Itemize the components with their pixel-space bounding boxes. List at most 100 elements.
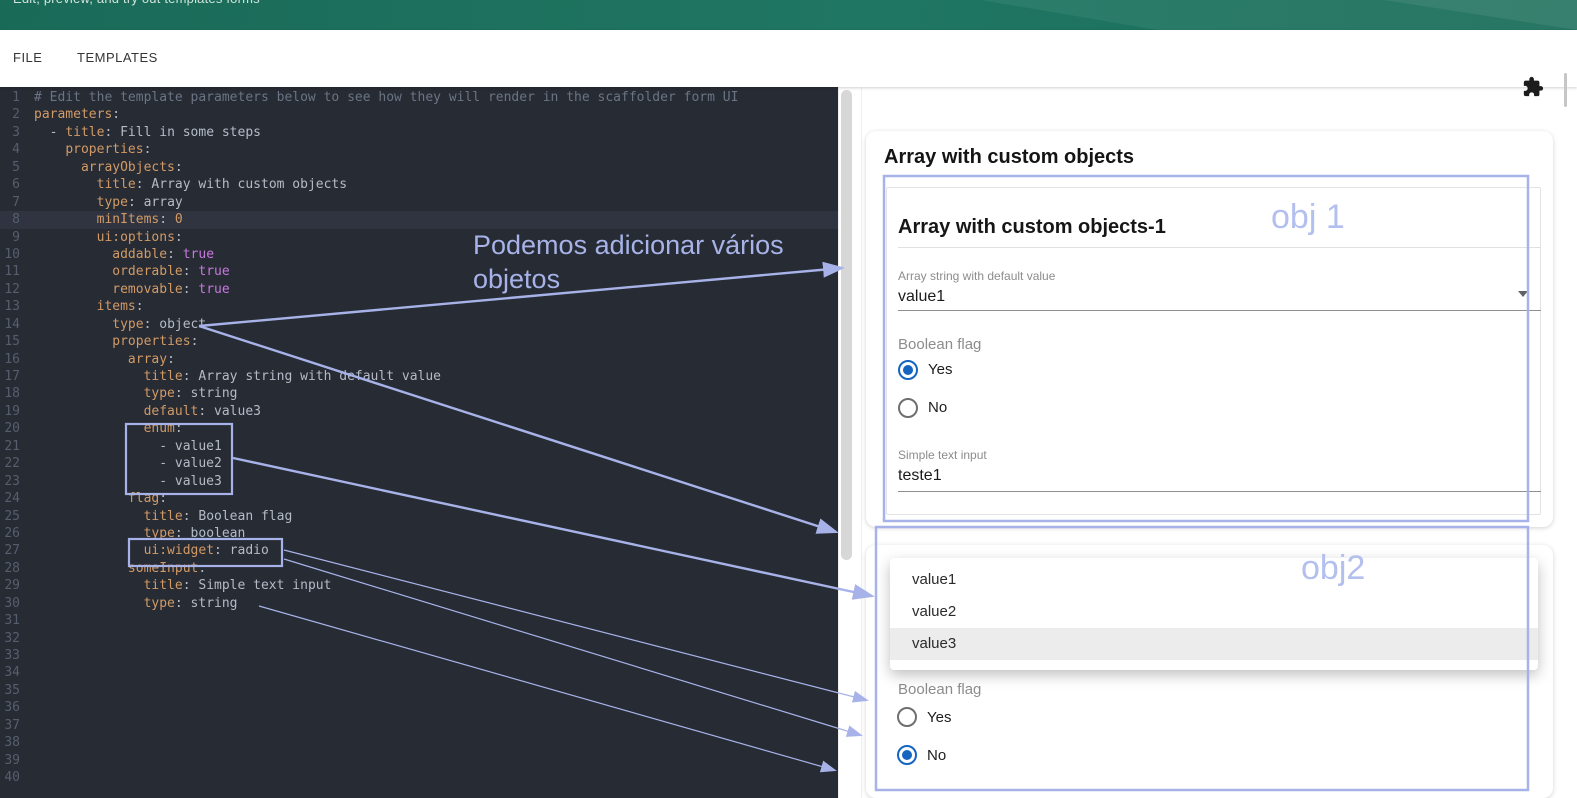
code-line[interactable]: 5 arrayObjects: xyxy=(0,159,838,176)
line-number: 29 xyxy=(4,578,20,594)
code-line[interactable]: 20 enum: xyxy=(0,420,838,437)
select-field-underline xyxy=(898,310,1541,311)
line-number: 15 xyxy=(4,334,20,350)
array-item-1-title: Array with custom objects-1 xyxy=(898,216,1166,238)
page-banner: Edit, preview, and try out templates for… xyxy=(0,0,1577,30)
app-root: Edit, preview, and try out templates for… xyxy=(0,0,1577,798)
radio-no-2-label[interactable]: No xyxy=(927,747,946,764)
puzzle-extension-icon[interactable] xyxy=(1522,76,1544,98)
line-number: 38 xyxy=(4,735,20,751)
code-line[interactable]: 32 xyxy=(0,630,838,647)
code-line[interactable]: 3 - title: Fill in some steps xyxy=(0,124,838,141)
code-line[interactable]: 36 xyxy=(0,699,838,716)
code-line[interactable]: 28 someInput: xyxy=(0,560,838,577)
code-line[interactable]: 29 title: Simple text input xyxy=(0,577,838,594)
code-line[interactable]: 11 orderable: true xyxy=(0,263,838,280)
code-line[interactable]: 35 xyxy=(0,682,838,699)
menu-templates[interactable]: TEMPLATES xyxy=(77,50,158,65)
text-field-value[interactable]: teste1 xyxy=(898,467,942,485)
code-line[interactable]: 24 flag: xyxy=(0,490,838,507)
line-number: 35 xyxy=(4,682,20,698)
radio-yes-label[interactable]: Yes xyxy=(928,361,952,378)
line-number: 13 xyxy=(4,299,20,315)
dropdown-option-value1[interactable]: value1 xyxy=(890,564,1538,596)
code-line[interactable]: 15 properties: xyxy=(0,333,838,350)
code-line[interactable]: 30 type: string xyxy=(0,595,838,612)
line-number: 10 xyxy=(4,246,20,262)
select-field-value[interactable]: value1 xyxy=(898,288,945,306)
code-line[interactable]: 33 xyxy=(0,647,838,664)
code-line[interactable]: 18 type: string xyxy=(0,385,838,402)
chevron-down-icon[interactable] xyxy=(1518,291,1528,297)
code-line[interactable]: 22 - value2 xyxy=(0,455,838,472)
code-line[interactable]: 7 type: array xyxy=(0,194,838,211)
code-line[interactable]: 26 type: boolean xyxy=(0,525,838,542)
line-number: 2 xyxy=(12,107,20,123)
dropdown-option-value3-highlighted[interactable]: value3 xyxy=(890,628,1538,660)
code-line[interactable]: 19 default: value3 xyxy=(0,403,838,420)
line-number: 25 xyxy=(4,508,20,524)
banner-subtitle: Edit, preview, and try out templates for… xyxy=(13,0,260,6)
radio-no-2-selected[interactable] xyxy=(897,745,917,765)
line-number: 22 xyxy=(4,456,20,472)
radio-yes-2[interactable] xyxy=(897,707,917,727)
code-line[interactable]: 17 title: Array string with default valu… xyxy=(0,368,838,385)
code-line[interactable]: 23 - value3 xyxy=(0,473,838,490)
code-line[interactable]: 12 removable: true xyxy=(0,281,838,298)
line-number: 26 xyxy=(4,525,20,541)
code-line[interactable]: 9 ui:options: xyxy=(0,229,838,246)
radio-yes-selected[interactable] xyxy=(898,360,918,380)
line-number: 5 xyxy=(12,159,20,175)
line-number: 9 xyxy=(12,229,20,245)
code-line[interactable]: 1 # Edit the template parameters below to… xyxy=(0,89,838,106)
line-number: 17 xyxy=(4,369,20,384)
code-line[interactable]: 34 xyxy=(0,664,838,681)
code-line[interactable]: 4 properties: xyxy=(0,141,838,158)
menu-file[interactable]: FILE xyxy=(13,50,42,65)
boolean-flag-label: Boolean flag xyxy=(898,336,982,353)
text-field-label: Simple text input xyxy=(898,448,987,462)
page-scrollbar-thumb[interactable] xyxy=(1564,73,1567,107)
line-number: 18 xyxy=(4,386,20,402)
line-number: 32 xyxy=(4,630,20,646)
code-line[interactable]: 8 minItems: 0 xyxy=(0,211,838,229)
line-number: 20 xyxy=(4,421,20,437)
code-line[interactable]: 2 parameters: xyxy=(0,106,838,123)
code-line[interactable]: 13 items: xyxy=(0,298,838,315)
line-number: 7 xyxy=(12,194,20,210)
code-line[interactable]: 14 type: object xyxy=(0,316,838,333)
editor-scrollbar-thumb[interactable] xyxy=(841,90,852,560)
section-title: Array with custom objects xyxy=(884,146,1135,168)
divider xyxy=(898,247,1541,248)
code-line[interactable]: 10 addable: true xyxy=(0,246,838,263)
code-line[interactable]: 6 title: Array with custom objects xyxy=(0,176,838,193)
code-line[interactable]: 21 - value1 xyxy=(0,438,838,455)
select-field-label: Array string with default value xyxy=(898,269,1056,283)
code-line[interactable]: 25 title: Boolean flag xyxy=(0,508,838,525)
line-number: 3 xyxy=(12,124,20,140)
code-line[interactable]: 31 xyxy=(0,612,838,629)
line-number: 37 xyxy=(4,717,20,733)
code-line[interactable]: 40 xyxy=(0,769,838,786)
code-line[interactable]: 27 ui:widget: radio xyxy=(0,542,838,559)
code-editor[interactable]: 1 # Edit the template parameters below to… xyxy=(0,87,838,798)
line-number: 39 xyxy=(4,752,20,768)
line-number: 16 xyxy=(4,351,20,367)
line-number: 40 xyxy=(4,770,20,786)
line-number: 14 xyxy=(4,316,20,332)
line-number: 6 xyxy=(12,177,20,193)
radio-no[interactable] xyxy=(898,398,918,418)
code-lines: 1 # Edit the template parameters below to… xyxy=(0,89,838,787)
line-number: 27 xyxy=(4,543,20,559)
boolean-flag-label-2: Boolean flag xyxy=(898,681,982,698)
code-line[interactable]: 16 array: xyxy=(0,351,838,368)
code-line[interactable]: 39 xyxy=(0,752,838,769)
radio-no-label[interactable]: No xyxy=(928,399,947,416)
dropdown-option-value2[interactable]: value2 xyxy=(890,596,1538,628)
radio-yes-2-label[interactable]: Yes xyxy=(927,709,951,726)
line-number: 11 xyxy=(4,264,20,280)
line-number: 31 xyxy=(4,613,20,629)
code-line[interactable]: 38 xyxy=(0,734,838,751)
line-number: 12 xyxy=(4,281,20,297)
code-line[interactable]: 37 xyxy=(0,717,838,734)
